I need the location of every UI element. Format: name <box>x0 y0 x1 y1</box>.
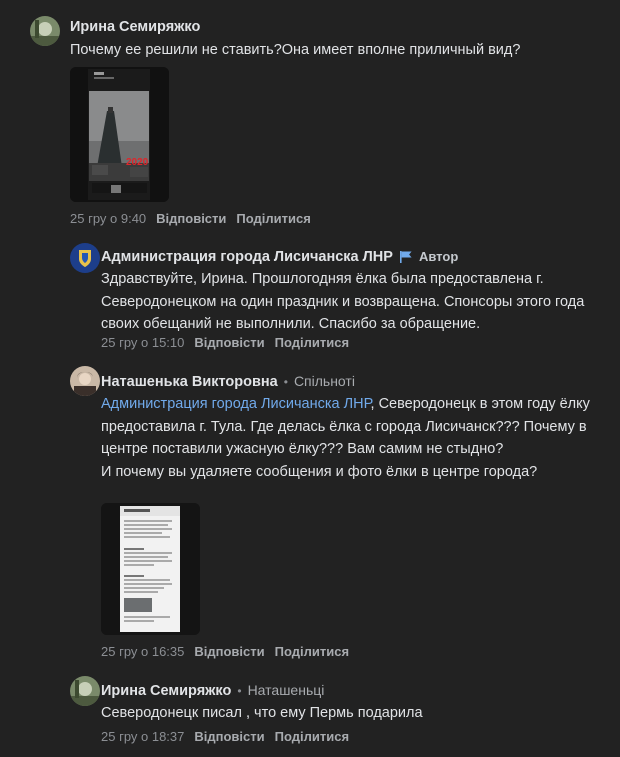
timestamp[interactable]: 25 гру о 18:37 <box>101 729 184 744</box>
mention-link[interactable]: Администрация города Лисичанска ЛНР <box>101 396 371 412</box>
comment-meta: 25 гру о 16:35 Відповісти Поділитися <box>101 643 349 661</box>
author-name[interactable]: Ирина Семиряжко <box>70 19 200 35</box>
reply-to-label[interactable]: Наташеньці <box>248 682 325 698</box>
flag-icon <box>399 250 413 268</box>
comment-text: Северодонецк писал , что ему Пермь подар… <box>101 705 423 721</box>
attached-screenshot[interactable] <box>101 503 200 635</box>
comment-header: Администрация города Лисичанска ЛНР Автор <box>101 248 458 268</box>
comment-text: Почему ее решили не ставить?Она имеет вп… <box>70 42 521 58</box>
comment-text: Администрация города Лисичанска ЛНР, Сев… <box>101 393 601 483</box>
share-button[interactable]: Поділитися <box>275 729 349 744</box>
comment-meta: 25 гру о 18:37 Відповісти Поділитися <box>101 728 349 746</box>
share-button[interactable]: Поділитися <box>236 211 310 226</box>
comment-header: Ирина Семиряжко • Наташеньці <box>101 681 324 700</box>
timestamp[interactable]: 25 гру о 9:40 <box>70 211 146 226</box>
separator-dot: • <box>237 684 242 698</box>
comment-text: Здравствуйте, Ирина. Прошлогодняя ёлка б… <box>101 271 585 332</box>
avatar[interactable] <box>30 16 60 46</box>
timestamp[interactable]: 25 гру о 16:35 <box>101 644 184 659</box>
reply-button[interactable]: Відповісти <box>194 335 264 350</box>
reply-button[interactable]: Відповісти <box>156 211 226 226</box>
share-button[interactable]: Поділитися <box>275 335 349 350</box>
comment-header: Ирина Семиряжко <box>70 18 200 36</box>
separator-dot: • <box>283 375 288 389</box>
author-name[interactable]: Ирина Семиряжко <box>101 683 231 699</box>
photo-caption: 2020 <box>126 157 149 168</box>
avatar[interactable] <box>70 243 100 273</box>
comment-meta: 25 гру о 15:10 Відповісти Поділитися <box>101 334 349 352</box>
reply-button[interactable]: Відповісти <box>194 729 264 744</box>
timestamp[interactable]: 25 гру о 15:10 <box>101 335 184 350</box>
author-name[interactable]: Администрация города Лисичанска ЛНР <box>101 249 393 265</box>
comment-text-line: И почему вы удаляете сообщения и фото ёл… <box>101 463 538 480</box>
comment-header: Наташенька Викторовна • Спільноті <box>101 372 355 391</box>
avatar[interactable] <box>70 676 100 706</box>
attached-photo[interactable]: 2020 <box>70 67 169 202</box>
comment-meta: 25 гру о 9:40 Відповісти Поділитися <box>70 210 311 228</box>
author-badge: Автор <box>418 249 459 264</box>
reply-to-label[interactable]: Спільноті <box>294 373 355 389</box>
share-button[interactable]: Поділитися <box>275 644 349 659</box>
avatar[interactable] <box>70 366 100 396</box>
author-name[interactable]: Наташенька Викторовна <box>101 374 278 390</box>
reply-button[interactable]: Відповісти <box>194 644 264 659</box>
